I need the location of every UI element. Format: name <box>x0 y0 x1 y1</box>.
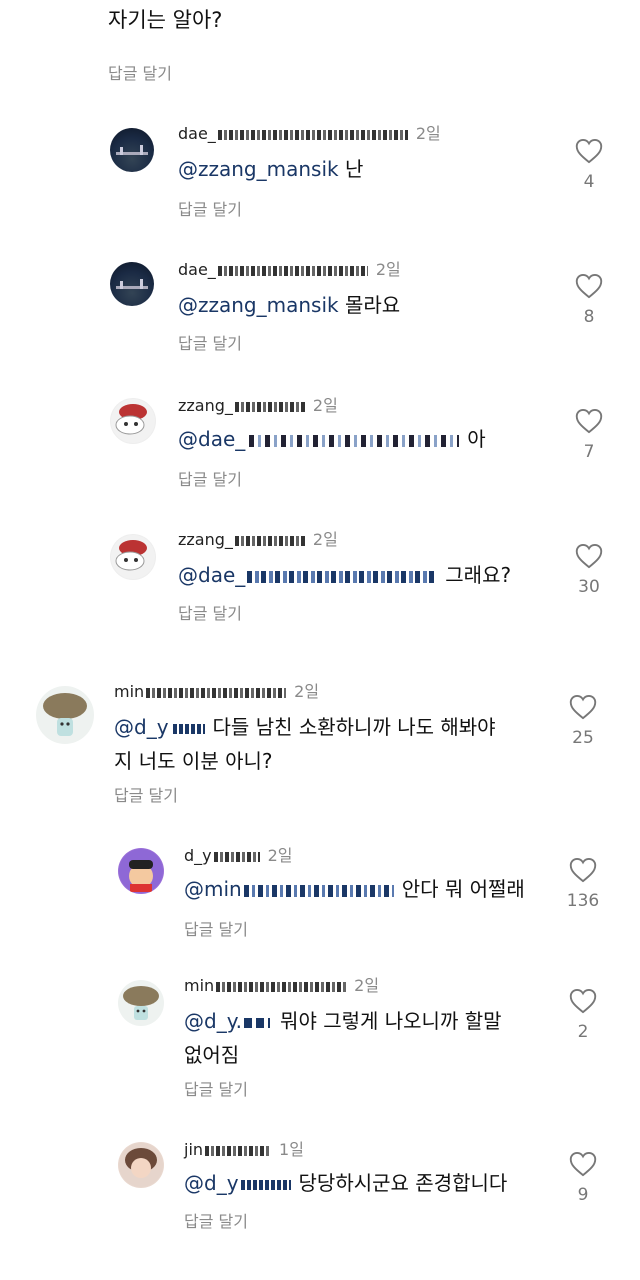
reply-button[interactable]: 답글 달기 <box>114 782 178 806</box>
comment-text: @min 안다 뭐 어쩔래 <box>184 877 525 901</box>
like-button[interactable]: 2 <box>563 988 603 1042</box>
like-count: 136 <box>566 891 600 911</box>
mention-link[interactable]: @zzang_mansik <box>178 293 339 317</box>
username[interactable]: d_y 2일 <box>184 842 293 866</box>
comment-text: @dae_ 아 <box>178 427 486 451</box>
like-count: 7 <box>583 442 595 462</box>
reply-button[interactable]: 답글 달기 <box>178 466 242 490</box>
avatar[interactable] <box>118 848 164 894</box>
heart-icon <box>569 1151 597 1177</box>
username[interactable]: dae_ 2일 <box>178 256 401 280</box>
comment-text: @dae_ 그래요? <box>178 563 512 587</box>
username[interactable]: min 2일 <box>184 972 379 996</box>
avatar[interactable] <box>110 534 156 580</box>
mention-link[interactable]: @zzang_mansik <box>178 157 339 181</box>
like-button[interactable]: 4 <box>569 138 609 192</box>
like-button[interactable]: 136 <box>563 857 603 911</box>
mention-link[interactable]: @d_y. <box>184 1009 242 1033</box>
heart-icon <box>575 138 603 164</box>
mention-link[interactable]: @dae_ <box>178 563 245 587</box>
reply-button[interactable]: 답글 달기 <box>178 196 242 220</box>
avatar[interactable] <box>110 262 154 306</box>
username[interactable]: zzang_ 2일 <box>178 526 338 550</box>
heart-icon <box>575 543 603 569</box>
comment-text-line2: 없어짐 <box>184 1043 240 1067</box>
avatar[interactable] <box>118 1142 164 1188</box>
mention-link[interactable]: @min <box>184 877 242 901</box>
mention-link[interactable]: @dae_ <box>178 427 245 451</box>
heart-icon <box>569 857 597 883</box>
avatar[interactable] <box>110 398 156 444</box>
username[interactable]: jin 1일 <box>184 1136 304 1160</box>
avatar[interactable] <box>36 686 94 744</box>
comment-text: @d_y. 뭐야 그렇게 나오니까 할말 <box>184 1009 502 1033</box>
reply-button[interactable]: 답글 달기 <box>184 1076 248 1100</box>
comment-text: 자기는 알아? <box>108 8 223 32</box>
reply-button[interactable]: 답글 달기 <box>184 1208 248 1232</box>
avatar[interactable] <box>118 980 164 1026</box>
comment-text: @d_y 당당하시군요 존경합니다 <box>184 1171 508 1195</box>
avatar[interactable] <box>110 128 154 172</box>
comment-text: @zzang_mansik 난 <box>178 157 364 181</box>
like-count: 9 <box>577 1185 589 1205</box>
reply-button[interactable]: 답글 달기 <box>184 916 248 940</box>
mention-link[interactable]: @d_y <box>114 715 169 739</box>
reply-button[interactable]: 답글 달기 <box>178 600 242 624</box>
like-count: 2 <box>577 1022 589 1042</box>
heart-icon <box>575 408 603 434</box>
comment-text: @zzang_mansik 몰라요 <box>178 293 401 317</box>
heart-icon <box>569 988 597 1014</box>
username[interactable]: zzang_ 2일 <box>178 392 338 416</box>
username[interactable]: dae_ 2일 <box>178 120 441 144</box>
like-count: 30 <box>578 577 600 597</box>
like-count: 25 <box>572 728 594 748</box>
like-button[interactable]: 9 <box>563 1151 603 1205</box>
heart-icon <box>575 273 603 299</box>
mention-link[interactable]: @d_y <box>184 1171 239 1195</box>
comment-text-line2: 지 너도 이분 아니? <box>114 749 273 773</box>
username[interactable]: min 2일 <box>114 678 319 702</box>
comment-text: @d_y 다들 남친 소환하니까 나도 해봐야 <box>114 715 496 739</box>
reply-button[interactable]: 답글 달기 <box>108 60 172 84</box>
like-button[interactable]: 25 <box>563 694 603 748</box>
heart-icon <box>569 694 597 720</box>
reply-button[interactable]: 답글 달기 <box>178 330 242 354</box>
like-button[interactable]: 8 <box>569 273 609 327</box>
like-button[interactable]: 30 <box>569 543 609 597</box>
like-count: 8 <box>583 307 595 327</box>
like-count: 4 <box>583 172 595 192</box>
like-button[interactable]: 7 <box>569 408 609 462</box>
